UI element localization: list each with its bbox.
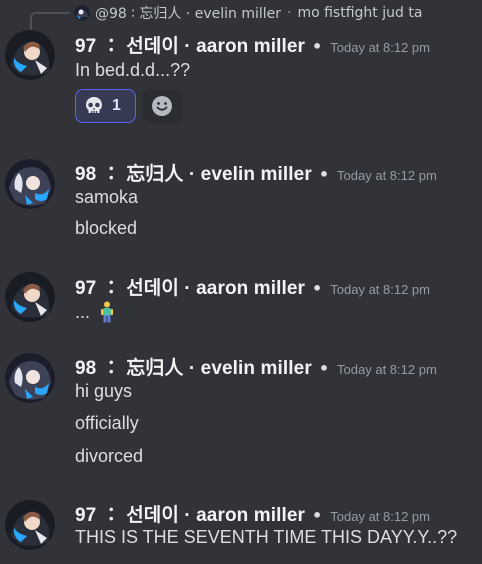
message-header: 97 ∶ 선데이 · aaron miller • Today at 8:12 … <box>75 500 430 526</box>
timestamp[interactable]: Today at 8:12 pm <box>330 509 430 524</box>
message-header: 98 ∶ 忘归人 · evelin miller • Today at 8:12… <box>75 353 437 379</box>
separator-dot: • <box>318 165 330 184</box>
message-text: officially <box>75 413 139 433</box>
timestamp[interactable]: Today at 8:12 pm <box>330 282 430 297</box>
avatar[interactable] <box>5 159 55 209</box>
username[interactable]: 97 ∶ 선데이 · aaron miller <box>75 500 305 527</box>
separator-dot: • <box>312 279 323 298</box>
message-text: samoka <box>75 187 139 207</box>
reply-reference[interactable]: @98 ∶ 忘归人 · evelin miller · mo fistfight… <box>30 2 422 24</box>
separator-dot: • <box>318 359 330 378</box>
username[interactable]: 98 ∶ 忘归人 · evelin miller <box>75 159 312 186</box>
timestamp[interactable]: Today at 8:12 pm <box>337 168 437 183</box>
skull-emoji <box>84 96 104 116</box>
username[interactable]: 97 ∶ 선데이 · aaron miller <box>75 31 305 58</box>
reply-avatar[interactable] <box>74 5 90 21</box>
timestamp[interactable]: Today at 8:12 pm <box>330 40 430 55</box>
timestamp[interactable]: Today at 8:12 pm <box>337 362 437 377</box>
reaction-bar: 1 <box>75 89 182 123</box>
avatar[interactable] <box>5 30 55 80</box>
person-standing-emoji <box>100 301 114 323</box>
message-text: In bed.d.d...?? <box>75 60 191 80</box>
avatar[interactable] <box>5 272 55 322</box>
message-text: divorced <box>75 446 144 466</box>
message-text: THIS IS THE SEVENTH TIME THIS DAYY.Y..?? <box>75 527 458 547</box>
message-text: blocked <box>75 218 138 238</box>
reply-username[interactable]: @98 ∶ 忘归人 · evelin miller <box>95 3 281 23</box>
ellipsis-text: ... <box>75 301 91 322</box>
smiley-icon <box>151 95 173 117</box>
avatar[interactable] <box>5 500 55 550</box>
message-text: hi guys <box>75 381 133 401</box>
separator-dot: • <box>312 506 323 525</box>
username[interactable]: 98 ∶ 忘归人 · evelin miller <box>75 353 312 380</box>
message-header: 97 ∶ 선데이 · aaron miller • Today at 8:12 … <box>75 31 430 57</box>
username[interactable]: 97 ∶ 선데이 · aaron miller <box>75 273 305 300</box>
reaction-skull[interactable]: 1 <box>75 89 136 123</box>
separator-dot: • <box>312 37 323 56</box>
message-header: 97 ∶ 선데이 · aaron miller • Today at 8:12 … <box>75 273 430 299</box>
message-header: 98 ∶ 忘归人 · evelin miller • Today at 8:12… <box>75 159 437 185</box>
add-reaction-button[interactable] <box>142 89 182 123</box>
reply-content[interactable]: mo fistfight jud ta <box>297 5 422 21</box>
avatar[interactable] <box>5 353 55 403</box>
chat-log: @98 ∶ 忘归人 · evelin miller · mo fistfight… <box>0 0 482 564</box>
message-text: ... <box>75 301 114 323</box>
reaction-count: 1 <box>112 97 121 114</box>
reply-separator: · <box>287 5 292 21</box>
